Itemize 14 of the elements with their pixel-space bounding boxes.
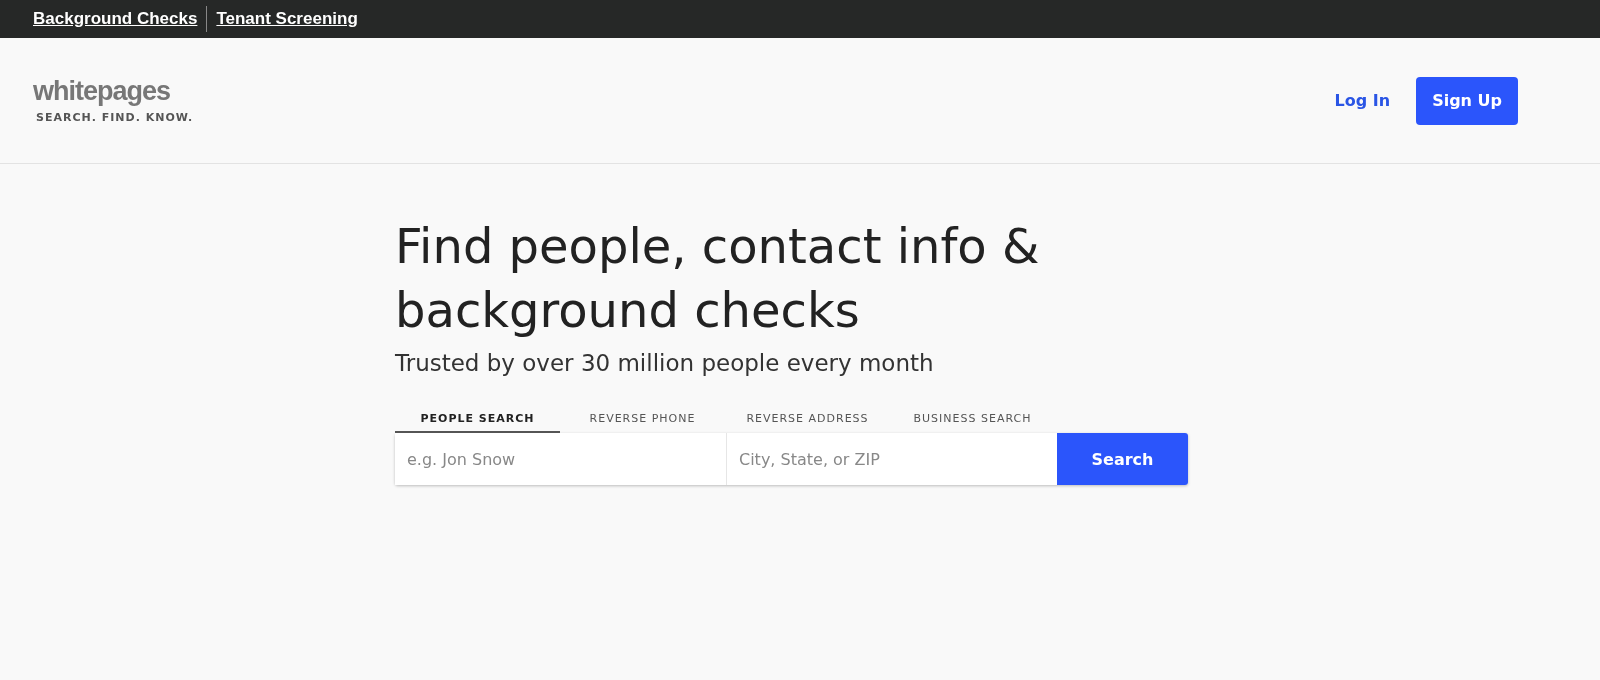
- top-link[interactable]: Tenant Screening: [216, 9, 358, 29]
- search-tab[interactable]: BUSINESS SEARCH: [890, 406, 1055, 433]
- search-button[interactable]: Search: [1057, 433, 1188, 485]
- top-link[interactable]: Background Checks: [33, 9, 198, 29]
- logo[interactable]: whitepages: [33, 77, 194, 105]
- signup-button[interactable]: Sign Up: [1416, 76, 1518, 125]
- logo-tagline: SEARCH. FIND. KNOW.: [35, 110, 194, 124]
- search-tab[interactable]: REVERSE PHONE: [560, 406, 725, 433]
- hero-subtitle: Trusted by over 30 million people every month: [395, 350, 935, 376]
- hero-heading: Find people, contact info & background checks: [395, 217, 1041, 340]
- search-tab[interactable]: REVERSE ADDRESS: [725, 406, 890, 433]
- location-field[interactable]: City, State, or ZIP: [726, 433, 1057, 485]
- name-field[interactable]: e.g. Jon Snow: [395, 433, 726, 485]
- login-link[interactable]: Log In: [1334, 91, 1391, 110]
